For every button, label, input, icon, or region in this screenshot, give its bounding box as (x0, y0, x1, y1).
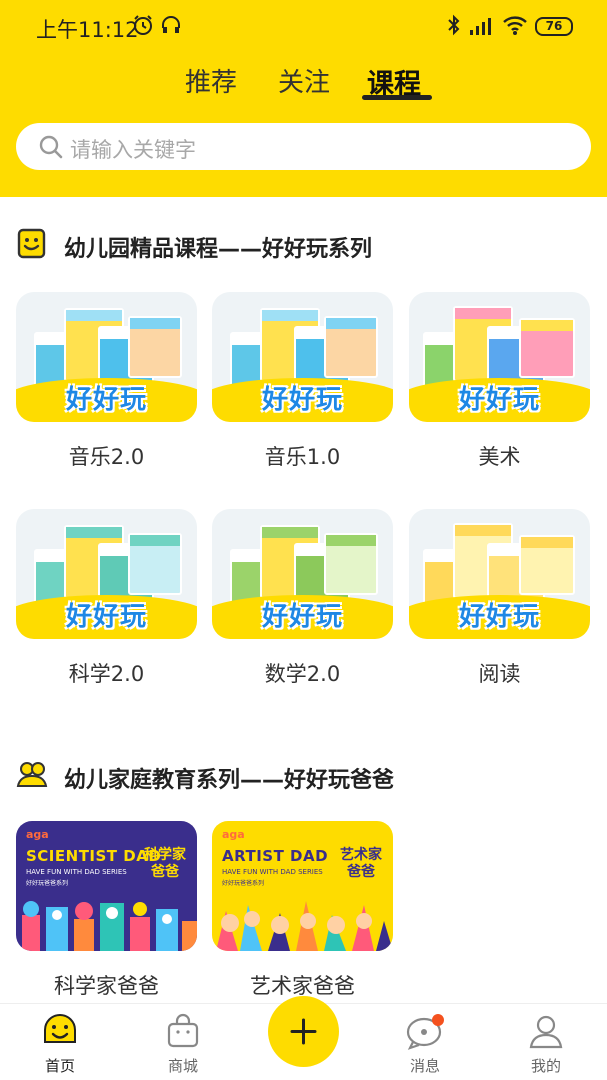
haohaowan-logo: 好好玩 (458, 385, 540, 415)
robots-illustration (22, 901, 197, 951)
wifi-icon (503, 16, 527, 35)
status-bar: 上午11:12 76 (0, 0, 607, 54)
haohaowan-logo: 好好玩 (65, 602, 147, 632)
haohaowan-logo: 好好玩 (261, 385, 343, 415)
course-label: 音乐1.0 (264, 445, 341, 469)
course-card-reading[interactable]: 好好玩 阅读 (409, 509, 590, 688)
dad-label: 科学家爸爸 (54, 974, 159, 998)
nav-profile[interactable]: 我的 (501, 1004, 591, 1080)
signal-icon (470, 18, 491, 35)
course-card-science-2[interactable]: 好好玩 科学2.0 (16, 509, 197, 688)
haohaowan-logo: 好好玩 (65, 385, 147, 415)
home-icon (44, 1014, 76, 1043)
message-icon (406, 1014, 444, 1050)
course-card-art[interactable]: 好好玩 美术 (409, 292, 590, 471)
course-thumbnail: 好好玩 (212, 509, 393, 639)
course-card-music-2[interactable]: 好好玩 音乐2.0 (16, 292, 197, 471)
course-label: 科学2.0 (68, 662, 145, 686)
course-thumbnail: 好好玩 (16, 509, 197, 639)
alarm-icon (134, 15, 152, 35)
smile-book-icon (17, 228, 46, 259)
haohaowan-logo: 好好玩 (458, 602, 540, 632)
search-input[interactable]: 请输入关键字 (70, 134, 196, 164)
nav-messages[interactable]: 消息 (380, 1004, 470, 1080)
top-tabs: 推荐 关注 课程 (0, 62, 607, 106)
section-title-kindergarten: 幼儿园精品课程——好好玩系列 (64, 237, 373, 262)
section-title-family: 幼儿家庭教育系列——好好玩爸爸 (64, 768, 395, 793)
haohaowan-logo: 好好玩 (261, 602, 343, 632)
course-card-music-1[interactable]: 好好玩 音乐1.0 (212, 292, 393, 471)
top-header: 上午11:12 76 推荐 关注 课程 请输入关键字 (0, 0, 607, 197)
plus-icon (290, 1018, 317, 1045)
create-post-button[interactable] (268, 996, 339, 1067)
nav-home[interactable]: 首页 (15, 1004, 105, 1080)
search-icon (39, 135, 63, 159)
course-thumbnail: 好好玩 (212, 292, 393, 422)
course-thumbnail: 好好玩 (16, 292, 197, 422)
tab-follow[interactable]: 关注 (278, 62, 330, 99)
course-card-math-2[interactable]: 好好玩 数学2.0 (212, 509, 393, 688)
course-label: 数学2.0 (264, 662, 341, 686)
course-label: 阅读 (478, 662, 521, 686)
dad-thumbnail: aga ARTIST DAD HAVE FUN WITH DAD SERIES … (212, 821, 393, 951)
status-time: 上午11:12 (36, 18, 139, 42)
active-tab-indicator (362, 95, 432, 100)
course-thumbnail: 好好玩 (409, 509, 590, 639)
profile-icon (529, 1015, 563, 1049)
course-label: 美术 (478, 445, 521, 469)
family-icon (16, 762, 48, 787)
nav-shop[interactable]: 商城 (138, 1004, 228, 1080)
dad-card-artist[interactable]: aga ARTIST DAD HAVE FUN WITH DAD SERIES … (212, 821, 393, 1000)
course-label: 音乐2.0 (68, 445, 145, 469)
course-thumbnail: 好好玩 (409, 292, 590, 422)
bluetooth-icon (448, 14, 460, 36)
shop-bag-icon (167, 1013, 199, 1048)
battery-indicator: 76 (535, 17, 573, 36)
dad-thumbnail: aga SCIENTIST DAD HAVE FUN WITH DAD SERI… (16, 821, 197, 951)
headphone-icon (162, 16, 180, 33)
search-bar[interactable]: 请输入关键字 (16, 123, 591, 170)
artists-illustration (216, 901, 393, 951)
tab-recommend[interactable]: 推荐 (185, 62, 237, 99)
dad-card-scientist[interactable]: aga SCIENTIST DAD HAVE FUN WITH DAD SERI… (16, 821, 197, 1000)
